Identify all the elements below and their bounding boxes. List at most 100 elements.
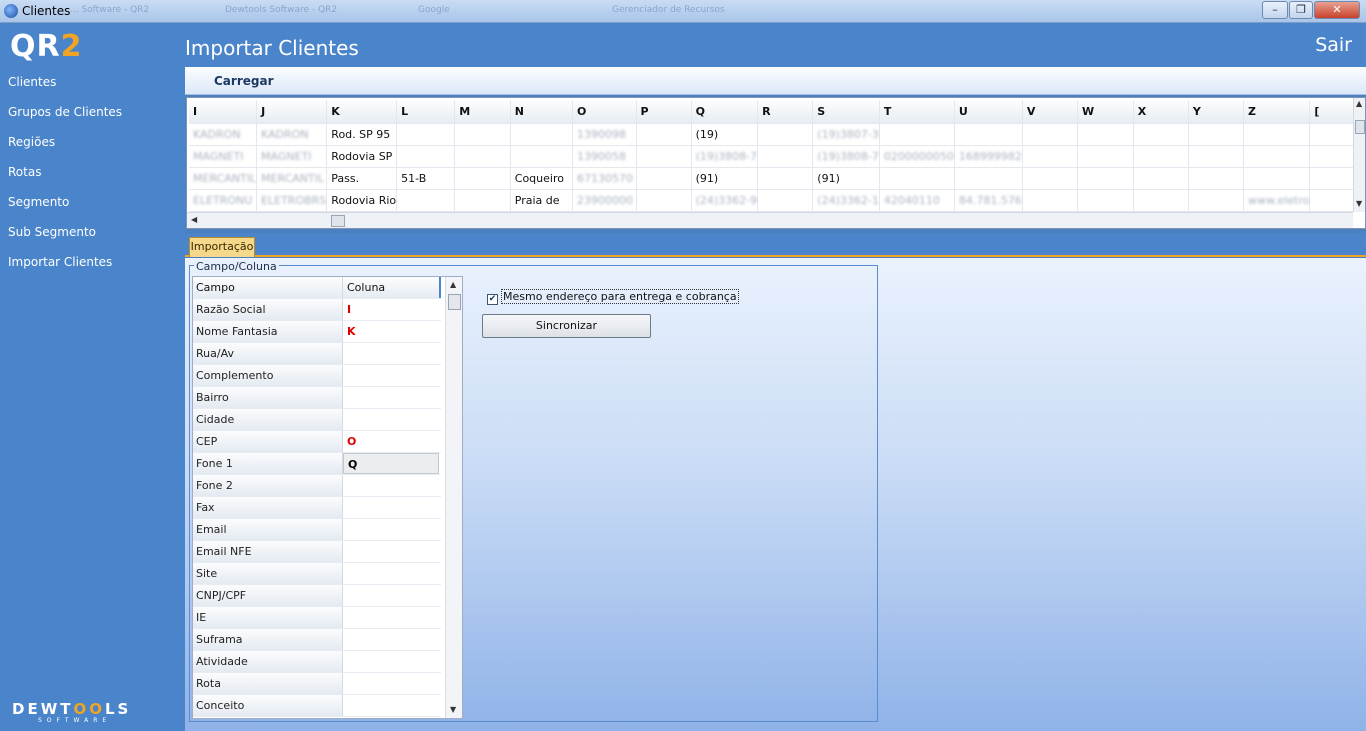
table-cell[interactable] xyxy=(1077,145,1134,168)
scroll-down-icon[interactable]: ▼ xyxy=(1356,199,1362,208)
table-cell[interactable] xyxy=(1243,123,1311,146)
table-cell[interactable] xyxy=(636,123,692,146)
table-cell[interactable]: MAGNETI xyxy=(256,145,328,168)
same-address-label[interactable]: Mesmo endereço para entrega e cobrança xyxy=(501,289,739,304)
table-cell[interactable] xyxy=(1077,189,1134,212)
table-cell[interactable]: 1390098 xyxy=(572,123,637,146)
table-cell[interactable] xyxy=(954,167,1023,190)
column-header[interactable]: X xyxy=(1133,100,1189,124)
scroll-thumb[interactable] xyxy=(331,215,345,227)
load-button[interactable]: Carregar xyxy=(214,74,273,88)
table-cell[interactable] xyxy=(1243,167,1311,190)
table-cell[interactable]: 23900000 xyxy=(572,189,637,212)
table-cell[interactable] xyxy=(1077,167,1134,190)
column-selector[interactable]: K xyxy=(343,321,439,342)
grid-horizontal-scrollbar[interactable]: ◀ xyxy=(187,212,1353,228)
table-cell[interactable] xyxy=(879,123,955,146)
column-selector[interactable]: Q xyxy=(343,453,439,474)
table-cell[interactable] xyxy=(1133,189,1189,212)
mapping-row[interactable]: Site xyxy=(193,563,441,585)
column-header[interactable]: U xyxy=(954,100,1023,124)
grid-vertical-scrollbar[interactable]: ▲ ▼ xyxy=(1353,98,1365,212)
column-header[interactable]: J xyxy=(256,100,328,124)
table-cell[interactable] xyxy=(396,145,456,168)
table-cell[interactable] xyxy=(1188,145,1244,168)
table-cell[interactable] xyxy=(1133,145,1189,168)
column-header[interactable]: Q xyxy=(691,100,759,124)
exit-link[interactable]: Sair xyxy=(1315,34,1352,56)
column-header[interactable]: V xyxy=(1022,100,1078,124)
table-cell[interactable] xyxy=(396,189,456,212)
sidebar-item-importar-clientes[interactable]: Importar Clientes xyxy=(8,253,122,283)
table-cell[interactable] xyxy=(454,189,511,212)
table-cell[interactable] xyxy=(1188,123,1244,146)
table-cell[interactable] xyxy=(1243,145,1311,168)
table-cell[interactable]: 67130570 xyxy=(572,167,637,190)
table-cell[interactable] xyxy=(1188,167,1244,190)
column-selector[interactable] xyxy=(343,409,439,430)
table-row[interactable]: ELETRONU ELETROBRS Rodovia Rio Praia de 2390… xyxy=(189,189,1365,212)
table-row[interactable]: KADRON KADRON Rod. SP 95 1390098 (19) (19)380… xyxy=(189,123,1365,146)
sidebar-item-sub-segmento[interactable]: Sub Segmento xyxy=(8,223,122,253)
sidebar-item-rotas[interactable]: Rotas xyxy=(8,163,122,193)
table-cell[interactable]: 51-B xyxy=(396,167,456,190)
mapping-row[interactable]: CNPJ/CPF xyxy=(193,585,441,607)
table-cell[interactable] xyxy=(757,145,814,168)
table-cell[interactable]: (19)3808-7 xyxy=(812,145,880,168)
table-cell[interactable] xyxy=(757,189,814,212)
column-selector[interactable] xyxy=(343,585,439,606)
column-selector[interactable] xyxy=(343,475,439,496)
table-cell[interactable]: 1390058 xyxy=(572,145,637,168)
scroll-up-icon[interactable]: ▲ xyxy=(1356,99,1362,108)
table-cell[interactable]: 168999982 xyxy=(954,145,1023,168)
sidebar-item-grupos-de-clientes[interactable]: Grupos de Clientes xyxy=(8,103,122,133)
column-selector[interactable] xyxy=(343,519,439,540)
table-cell[interactable]: (91) xyxy=(812,167,880,190)
column-header[interactable]: Z xyxy=(1243,100,1311,124)
same-address-option[interactable]: ✔ Mesmo endereço para entrega e cobrança xyxy=(487,289,739,305)
table-cell[interactable] xyxy=(396,123,456,146)
mapping-row[interactable]: Complemento xyxy=(193,365,441,387)
minimize-button[interactable]: – xyxy=(1262,1,1288,19)
table-cell[interactable]: ELETRONU xyxy=(189,189,258,212)
table-cell[interactable] xyxy=(1022,167,1078,190)
table-cell[interactable] xyxy=(510,123,574,146)
table-cell[interactable]: Praia de xyxy=(510,189,574,212)
table-cell[interactable] xyxy=(1188,189,1244,212)
table-cell[interactable] xyxy=(1133,123,1189,146)
column-selector[interactable] xyxy=(343,497,439,518)
mapping-row[interactable]: Email NFE xyxy=(193,541,441,563)
table-cell[interactable] xyxy=(636,145,692,168)
column-header[interactable]: I xyxy=(189,100,258,124)
table-cell[interactable] xyxy=(510,145,574,168)
column-selector[interactable]: O xyxy=(343,431,439,452)
table-cell[interactable]: MERCANTIL xyxy=(189,167,258,190)
table-cell[interactable]: 42040110 xyxy=(879,189,955,212)
table-cell[interactable]: Pass. xyxy=(326,167,398,190)
table-cell[interactable]: KADRON xyxy=(189,123,258,146)
table-cell[interactable]: ELETROBRS xyxy=(256,189,328,212)
mapping-row[interactable]: Fone 2 xyxy=(193,475,441,497)
column-selector[interactable] xyxy=(343,343,439,364)
table-cell[interactable]: MERCANTIL xyxy=(256,167,328,190)
column-selector[interactable] xyxy=(343,563,439,584)
table-cell[interactable] xyxy=(879,167,955,190)
table-cell[interactable]: Rodovia SP xyxy=(326,145,398,168)
column-selector[interactable] xyxy=(343,387,439,408)
table-row[interactable]: MAGNETI MAGNETI Rodovia SP 1390058 (19)3808-… xyxy=(189,145,1365,168)
table-cell[interactable] xyxy=(454,123,511,146)
table-cell[interactable]: 84.781.576 xyxy=(954,189,1023,212)
mapping-row[interactable]: Email xyxy=(193,519,441,541)
table-cell[interactable]: Rod. SP 95 xyxy=(326,123,398,146)
table-cell[interactable] xyxy=(636,189,692,212)
mapping-row[interactable]: Nome Fantasia K xyxy=(193,321,441,343)
sidebar-item-regioes[interactable]: Regiões xyxy=(8,133,122,163)
table-cell[interactable]: www.eletro xyxy=(1243,189,1311,212)
table-cell[interactable]: 0200000050 xyxy=(879,145,955,168)
scroll-down-icon[interactable]: ▼ xyxy=(450,705,456,714)
sync-button[interactable]: Sincronizar xyxy=(482,314,651,338)
import-data-grid[interactable]: I J K L M N O P Q R S T U V W X Y Z[ KADRON KADRON Rod. SP … xyxy=(186,97,1366,229)
column-header[interactable]: L xyxy=(396,100,456,124)
mapping-row[interactable]: Fax xyxy=(193,497,441,519)
table-cell[interactable] xyxy=(1022,145,1078,168)
